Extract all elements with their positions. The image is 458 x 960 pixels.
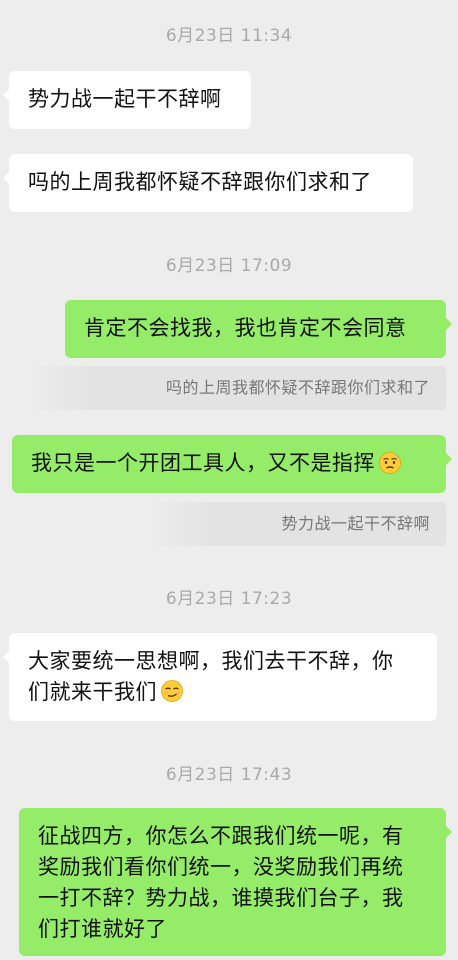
timestamp: 6月23日 11:34 xyxy=(165,26,293,46)
weary-sweat-emoji xyxy=(379,452,401,474)
message-bubble-incoming[interactable]: 势力战一起干不辞啊 xyxy=(3,71,251,129)
quoted-reply[interactable]: 势力战一起干不辞啊 xyxy=(150,502,446,546)
quoted-text: 势力战一起干不辞啊 xyxy=(281,514,430,533)
message-text-line: 们就来干我们 xyxy=(28,680,157,704)
quoted-text: 吗的上周我都怀疑不辞跟你们求和了 xyxy=(165,378,430,397)
chat-window: 6月23日 11:34 势力战一起干不辞啊 吗的上周我都怀疑不辞跟你们求和了 6… xyxy=(0,0,458,960)
timestamp: 6月23日 17:43 xyxy=(165,765,293,785)
message-bubble-outgoing[interactable]: 肯定不会找我，我也肯定不会同意 xyxy=(65,300,452,358)
message-text-line: 们打谁就好了 xyxy=(38,917,167,941)
message-bubble-incoming[interactable]: 大家要统一思想啊，我们去干不辞，你 们就来干我们 xyxy=(3,633,437,721)
message-bubble-outgoing[interactable]: 我只是一个开团工具人，又不是指挥 xyxy=(12,435,452,493)
message-text: 吗的上周我都怀疑不辞跟你们求和了 xyxy=(28,170,372,194)
message-text: 肯定不会找我，我也肯定不会同意 xyxy=(84,316,407,340)
message-text-line: 奖励我们看你们统一，没奖励我们再统 xyxy=(38,855,404,879)
message-text: 势力战一起干不辞啊 xyxy=(28,87,222,111)
message-bubble-incoming[interactable]: 吗的上周我都怀疑不辞跟你们求和了 xyxy=(3,154,413,212)
message-bubble-outgoing[interactable]: 征战四方，你怎么不跟我们统一呢，有 奖励我们看你们统一，没奖励我们再统 一打不辞… xyxy=(19,808,452,956)
message-text-line-with-emoji: 们就来干我们 xyxy=(28,677,437,708)
timestamp: 6月23日 17:23 xyxy=(165,589,293,609)
message-text: 我只是一个开团工具人，又不是指挥 xyxy=(31,451,375,475)
quoted-reply[interactable]: 吗的上周我都怀疑不辞跟你们求和了 xyxy=(30,366,446,410)
message-text-line: 征战四方，你怎么不跟我们统一呢，有 xyxy=(38,824,404,848)
timestamp: 6月23日 17:09 xyxy=(165,256,293,276)
smirk-emoji xyxy=(161,680,183,702)
message-text-line: 一打不辞？势力战，谁摸我们台子，我 xyxy=(38,886,404,910)
message-text-line: 大家要统一思想啊，我们去干不辞，你 xyxy=(28,649,394,673)
